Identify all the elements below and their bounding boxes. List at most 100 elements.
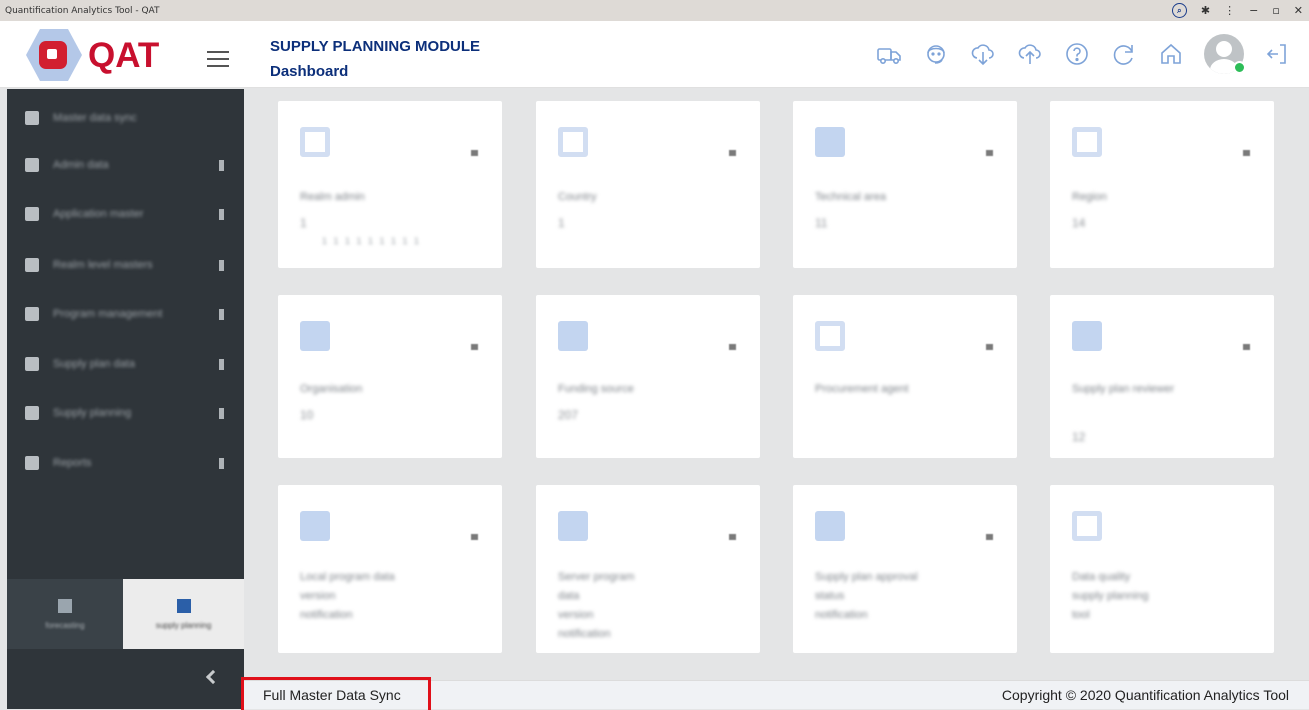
- full-master-data-sync-link[interactable]: Full Master Data Sync: [241, 677, 431, 710]
- dashboard-card[interactable]: Region 14: [1050, 101, 1274, 268]
- sidebar-collapse-button[interactable]: [7, 664, 244, 709]
- tab-label: supply planning: [155, 620, 212, 630]
- header-icons: [875, 34, 1291, 74]
- card-title: Technical area: [815, 191, 886, 203]
- card-icon: [1072, 321, 1102, 351]
- card-icon: [300, 511, 330, 541]
- card-menu-icon[interactable]: [729, 534, 736, 540]
- card-menu-icon[interactable]: [729, 344, 736, 350]
- extensions-icon[interactable]: ✱: [1201, 4, 1210, 17]
- online-status-icon: [1233, 61, 1246, 74]
- sidebar-item-program-management[interactable]: Program management: [7, 294, 244, 334]
- card-icon: [815, 321, 845, 351]
- application-icon: [25, 207, 39, 221]
- user-avatar-wrapper[interactable]: [1204, 34, 1246, 74]
- sidebar-item-reports[interactable]: Reports: [7, 443, 244, 483]
- help-icon[interactable]: [1063, 40, 1091, 68]
- supply-planning-icon: [176, 598, 191, 613]
- dashboard-card[interactable]: Realm admin 1 1 1 1 1 1 1 1 1 1: [278, 101, 502, 268]
- card-menu-icon[interactable]: [729, 150, 736, 156]
- copyright-text: Copyright © 2020 Quantification Analytic…: [1001, 687, 1289, 703]
- sidebar-item-master-data-sync[interactable]: Master data sync: [7, 98, 244, 138]
- close-button[interactable]: ✕: [1294, 4, 1303, 17]
- card-icon: [815, 127, 845, 157]
- chevron-icon: [219, 208, 224, 220]
- dashboard-card[interactable]: Data quality supply planning tool: [1050, 485, 1274, 653]
- home-icon[interactable]: [1157, 40, 1185, 68]
- card-menu-icon[interactable]: [986, 344, 993, 350]
- dashboard-card[interactable]: Organisation 10: [278, 295, 502, 458]
- cloud-upload-icon[interactable]: [1016, 40, 1044, 68]
- logo-text: QAT: [88, 36, 160, 75]
- card-value: 10: [300, 408, 314, 422]
- card-menu-icon[interactable]: [986, 150, 993, 156]
- dashboard-card[interactable]: Funding source 207: [536, 295, 760, 458]
- dashboard-card[interactable]: Server program data version notification: [536, 485, 760, 653]
- dashboard-card[interactable]: Local program data version notification: [278, 485, 502, 653]
- chevron-icon: [219, 358, 224, 370]
- minimize-button[interactable]: −: [1249, 4, 1258, 17]
- card-menu-icon[interactable]: [471, 344, 478, 350]
- support-agent-icon[interactable]: [922, 40, 950, 68]
- sync-icon: [25, 111, 39, 125]
- card-title: Funding source: [558, 383, 634, 395]
- chevron-icon: [219, 159, 224, 171]
- restore-button[interactable]: ▫: [1272, 4, 1279, 17]
- sidebar-item-supply-planning[interactable]: Supply planning: [7, 393, 244, 433]
- dashboard-card[interactable]: Supply plan approval status notification: [793, 485, 1017, 653]
- card-title: Region: [1072, 191, 1107, 203]
- card-icon: [558, 321, 588, 351]
- tab-label: forecasting: [45, 620, 85, 630]
- realm-icon: [25, 258, 39, 272]
- card-value: 207: [558, 408, 579, 422]
- logout-icon[interactable]: [1263, 40, 1291, 68]
- card-menu-icon[interactable]: [471, 150, 478, 156]
- admin-icon: [25, 158, 39, 172]
- card-icon: [300, 321, 330, 351]
- sidebar-item-supply-plan-data[interactable]: Supply plan data: [7, 344, 244, 384]
- sidebar-item-admin[interactable]: Admin data: [7, 145, 244, 185]
- card-value: 11: [815, 216, 828, 230]
- chevron-icon: [219, 259, 224, 271]
- dashboard-card[interactable]: Technical area 11: [793, 101, 1017, 268]
- card-value: 1: [558, 216, 565, 230]
- module-title: SUPPLY PLANNING MODULE: [270, 38, 481, 55]
- card-menu-icon[interactable]: [1243, 344, 1250, 350]
- refresh-icon[interactable]: [1110, 40, 1138, 68]
- dashboard-card[interactable]: Country 1: [536, 101, 760, 268]
- reports-icon: [25, 456, 39, 470]
- dashboard-card[interactable]: Procurement agent: [793, 295, 1017, 458]
- tab-forecasting[interactable]: forecasting: [7, 579, 123, 649]
- qat-logo[interactable]: QAT: [26, 27, 176, 83]
- sidebar-item-realm-masters[interactable]: Realm level masters: [7, 245, 244, 285]
- truck-icon[interactable]: [875, 40, 903, 68]
- dashboard-main: Realm admin 1 1 1 1 1 1 1 1 1 1 Country …: [244, 89, 1309, 680]
- card-menu-icon[interactable]: [471, 534, 478, 540]
- card-title: Supply plan approval status notification: [815, 571, 918, 621]
- sidebar-item-label: Reports: [53, 457, 92, 469]
- data-icon: [25, 357, 39, 371]
- window-controls: ⌕ ✱ ⋮ − ▫ ✕: [1171, 0, 1303, 21]
- sidebar-item-label: Supply planning: [53, 407, 132, 419]
- chevron-icon: [219, 407, 224, 419]
- app-footer: Full Master Data Sync Copyright © 2020 Q…: [241, 677, 1309, 710]
- sidebar-item-label: Application master: [53, 208, 144, 220]
- dashboard-card[interactable]: Supply plan reviewer 12: [1050, 295, 1274, 458]
- card-menu-icon[interactable]: [986, 534, 993, 540]
- sidebar-item-label: Realm level masters: [53, 259, 153, 271]
- tab-supply-planning[interactable]: supply planning: [123, 579, 244, 649]
- zoom-icon[interactable]: ⌕: [1171, 3, 1187, 18]
- card-icon: [558, 127, 588, 157]
- logo-q-icon: [39, 41, 67, 69]
- hamburger-menu-icon[interactable]: [207, 51, 229, 67]
- sidebar-item-application-master[interactable]: Application master: [7, 194, 244, 234]
- cloud-download-icon[interactable]: [969, 40, 997, 68]
- card-icon: [1072, 127, 1102, 157]
- card-title: Data quality supply planning tool: [1072, 571, 1149, 621]
- card-menu-icon[interactable]: [1243, 150, 1250, 156]
- planning-icon: [25, 406, 39, 420]
- card-subtext: 1 1 1 1 1 1 1 1 1: [322, 236, 422, 246]
- menu-icon[interactable]: ⋮: [1224, 4, 1235, 17]
- sidebar-item-label: Program management: [53, 308, 163, 320]
- card-title: Procurement agent: [815, 383, 909, 395]
